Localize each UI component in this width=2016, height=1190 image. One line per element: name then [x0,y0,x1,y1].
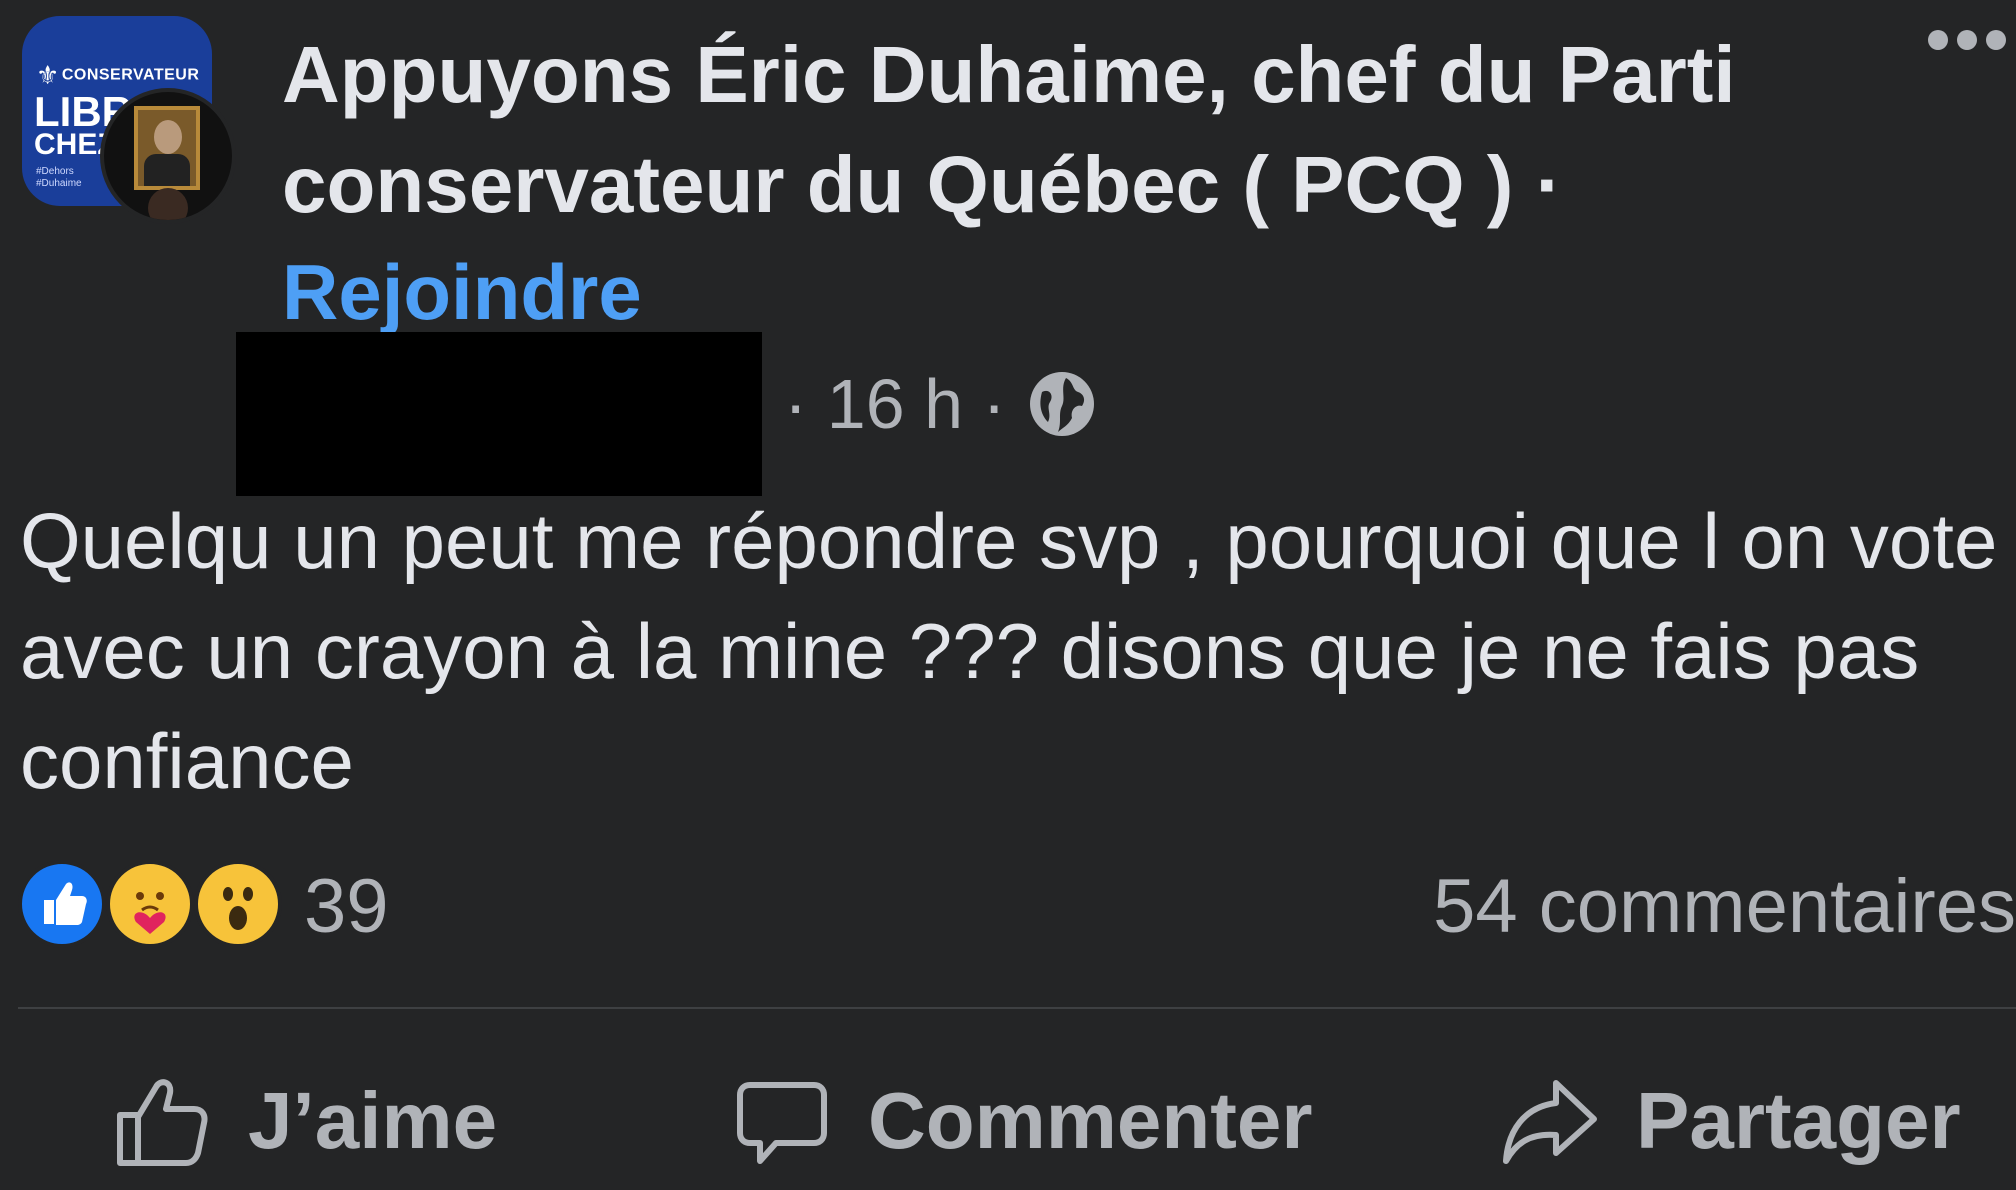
author-avatar[interactable] [100,88,236,224]
divider [18,1007,2016,1009]
redacted-author-name [236,332,762,496]
like-button[interactable]: J’aime [112,1066,497,1176]
globe-icon [1030,372,1094,436]
like-reaction-icon [18,860,106,948]
comments-count[interactable]: 54 commentaires [1366,862,2016,952]
share-arrow-icon [1503,1080,1597,1164]
group-avatar-line1: ⚜ CONSERVATEUR [36,60,200,90]
portrait-image [134,106,200,190]
post-text: Quelqu un peut me répondre svp , pourquo… [20,497,1998,805]
join-group-link[interactable]: Rejoindre [282,244,642,340]
post-timestamp[interactable]: · 16 h · [784,356,1006,452]
group-avatar-tags: #Dehors #Duhaime [36,166,82,189]
wow-reaction-icon [194,860,282,948]
care-reaction-icon [106,860,194,948]
like-label: J’aime [248,1076,498,1165]
more-horizontal-icon[interactable] [1928,30,2016,60]
comment-label: Commenter [868,1076,1313,1165]
share-label: Partager [1636,1076,1961,1165]
share-button[interactable]: Partager [1500,1066,1961,1176]
reaction-count[interactable]: 39 [304,862,389,952]
thumbs-up-icon [117,1079,208,1166]
comment-button[interactable]: Commenter [732,1066,1313,1176]
group-title[interactable]: Appuyons Éric Duhaime, chef du Parti con… [282,20,1922,240]
viewer-silhouette [148,188,188,220]
comment-bubble-icon [737,1082,827,1164]
